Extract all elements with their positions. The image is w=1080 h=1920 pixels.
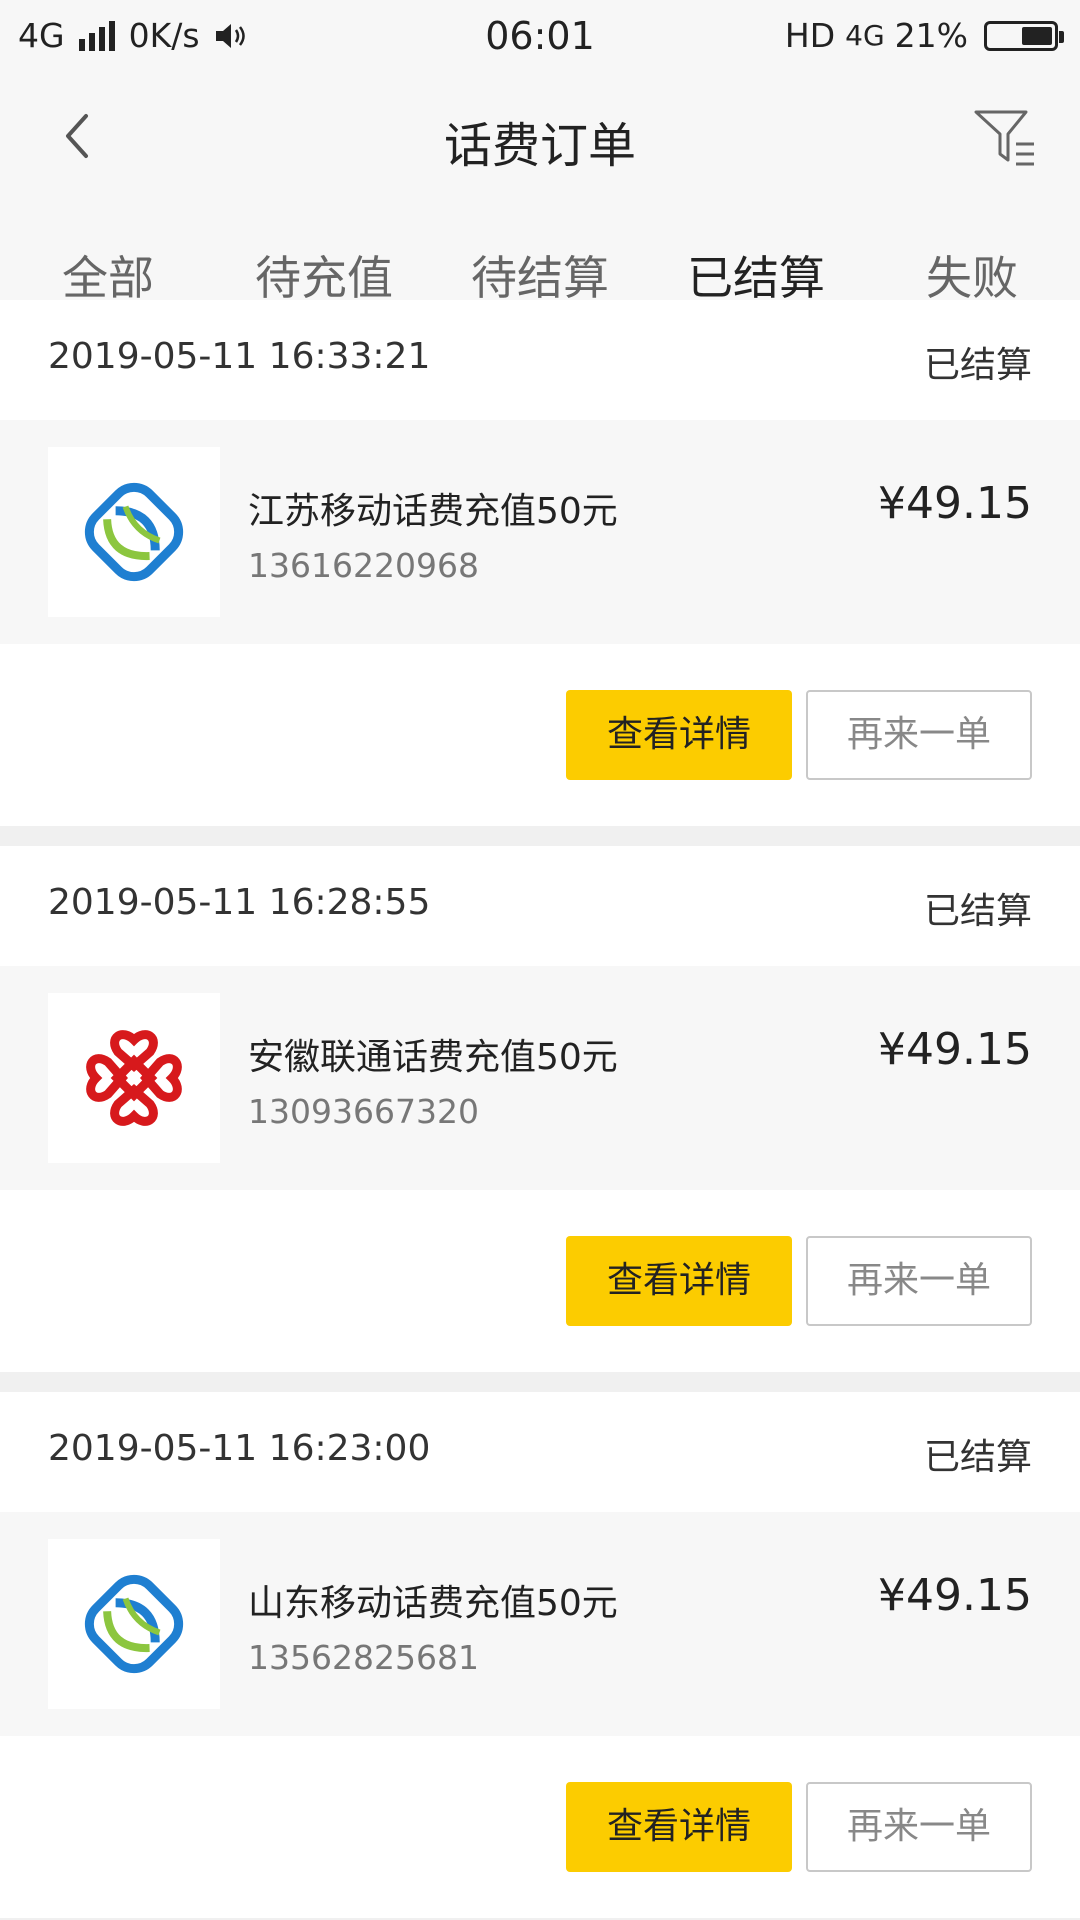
app-header: 话费订单 <box>0 76 1080 196</box>
tab-label: 已结算 <box>687 251 825 305</box>
battery-percent: 21% <box>894 16 968 55</box>
order-price: ¥49.15 <box>878 1024 1032 1075</box>
hd-indicator: HD <box>784 16 836 55</box>
order-header: 2019-05-11 16:23:00 已结算 <box>0 1392 1080 1512</box>
phone-number: 13093667320 <box>248 1092 479 1131</box>
china-unicom-logo-icon <box>48 993 220 1163</box>
order-actions: 查看详情 再来一单 <box>0 1736 1080 1918</box>
phone-number: 13616220968 <box>248 546 479 585</box>
order-date: 2019-05-11 16:28:55 <box>48 882 431 923</box>
tab-label: 失败 <box>926 251 1018 305</box>
status-bar: 4G 0K/s 06:01 HD 4G 21% <box>0 0 1080 76</box>
battery-icon <box>984 20 1064 51</box>
view-details-button[interactable]: 查看详情 <box>566 1236 792 1326</box>
order-list: 2019-05-11 16:33:21 已结算 江苏移动话费充值50元 1361… <box>0 300 1080 1920</box>
order-actions: 查看详情 再来一单 <box>0 644 1080 826</box>
product-name: 江苏移动话费充值50元 <box>248 491 618 532</box>
view-details-button[interactable]: 查看详情 <box>566 1782 792 1872</box>
order-card: 2019-05-11 16:28:55 已结算 安徽联通话费充值50元 1309… <box>0 846 1080 1372</box>
reorder-button[interactable]: 再来一单 <box>806 690 1032 780</box>
network-indicator-right: 4G <box>845 19 885 52</box>
order-status: 已结算 <box>923 1437 1032 1478</box>
order-status: 已结算 <box>923 345 1032 386</box>
view-details-button[interactable]: 查看详情 <box>566 690 792 780</box>
order-product[interactable]: 安徽联通话费充值50元 13093667320 ¥49.15 <box>0 966 1080 1190</box>
order-product[interactable]: 山东移动话费充值50元 13562825681 ¥49.15 <box>0 1512 1080 1736</box>
china-mobile-logo-icon <box>48 447 220 617</box>
tab-label: 待结算 <box>471 251 609 305</box>
page-title: 话费订单 <box>443 118 636 174</box>
order-product[interactable]: 江苏移动话费充值50元 13616220968 ¥49.15 <box>0 420 1080 644</box>
order-status: 已结算 <box>923 891 1032 932</box>
order-price: ¥49.15 <box>878 1570 1032 1621</box>
tab-label: 待充值 <box>255 251 393 305</box>
china-mobile-logo-icon <box>48 1539 220 1709</box>
reorder-button[interactable]: 再来一单 <box>806 1236 1032 1326</box>
product-name: 安徽联通话费充值50元 <box>248 1037 618 1078</box>
status-right: HD 4G 21% <box>784 16 1064 55</box>
tab-label: 全部 <box>62 251 154 305</box>
order-card: 2019-05-11 16:23:00 已结算 山东移动话费充值50元 1356… <box>0 1392 1080 1918</box>
order-header: 2019-05-11 16:33:21 已结算 <box>0 300 1080 420</box>
order-price: ¥49.15 <box>878 478 1032 529</box>
phone-number: 13562825681 <box>248 1638 479 1677</box>
product-name: 山东移动话费充值50元 <box>248 1583 618 1624</box>
order-header: 2019-05-11 16:28:55 已结算 <box>0 846 1080 966</box>
reorder-button[interactable]: 再来一单 <box>806 1782 1032 1872</box>
order-date: 2019-05-11 16:23:00 <box>48 1428 431 1469</box>
order-card: 2019-05-11 16:33:21 已结算 江苏移动话费充值50元 1361… <box>0 300 1080 826</box>
order-date: 2019-05-11 16:33:21 <box>48 336 431 377</box>
filter-icon[interactable] <box>970 104 1040 174</box>
order-actions: 查看详情 再来一单 <box>0 1190 1080 1372</box>
